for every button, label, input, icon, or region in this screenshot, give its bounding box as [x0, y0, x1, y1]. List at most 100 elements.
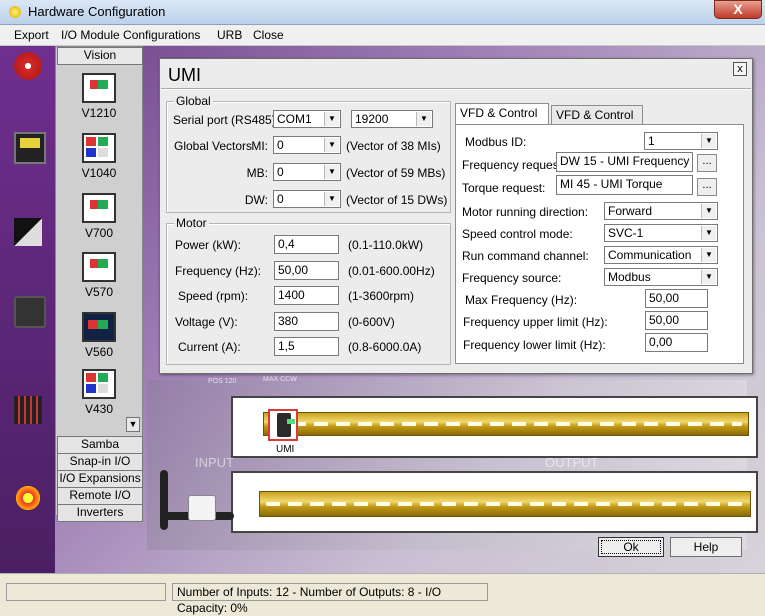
palette-samba-button[interactable]: Samba — [57, 436, 143, 454]
window-title: Hardware Configuration — [28, 4, 166, 19]
device-v570[interactable]: V570 — [56, 252, 142, 299]
speed-mode-select[interactable]: SVC-1 ▼ — [604, 224, 718, 242]
device-label: V430 — [84, 402, 114, 416]
dialog-separator — [161, 88, 751, 90]
menu-urb[interactable]: URB — [217, 28, 242, 42]
torque-request-field[interactable]: MI 45 - UMI Torque — [556, 175, 693, 195]
v570-icon — [82, 252, 116, 282]
serial-port-value: COM1 — [277, 112, 312, 126]
menu-export[interactable]: Export — [14, 28, 49, 42]
palette-header-vision[interactable]: Vision — [57, 47, 143, 65]
chevron-down-icon: ▼ — [416, 112, 431, 126]
chevron-down-icon: ▼ — [324, 192, 339, 206]
panel-icon[interactable] — [14, 218, 42, 246]
background-input-text: INPUT — [195, 455, 234, 470]
baud-rate-select[interactable]: 19200 ▼ — [351, 110, 433, 128]
dialog-close-icon[interactable]: x — [733, 62, 747, 76]
cable — [160, 470, 168, 530]
palette-remote-io-button[interactable]: Remote I/O — [57, 487, 143, 505]
max-frequency-input[interactable]: 50,00 — [645, 289, 708, 308]
palette-inverters-button[interactable]: Inverters — [57, 504, 143, 522]
modbus-id-label: Modbus ID: — [465, 135, 527, 149]
unitronics-logo-icon[interactable] — [14, 52, 42, 80]
dw-label: DW: — [244, 193, 268, 207]
module-icon[interactable] — [14, 296, 46, 328]
device-v560[interactable]: V560 — [56, 312, 142, 359]
direction-select[interactable]: Forward ▼ — [604, 202, 718, 220]
v560-icon — [82, 312, 116, 342]
v1040-icon — [82, 133, 116, 163]
speed-mode-label: Speed control mode: — [462, 227, 573, 241]
device-palette: Vision V1210 V1040 V700 V570 V560 V430 S… — [55, 46, 143, 522]
umi-module[interactable] — [268, 409, 298, 441]
mb-vector-select[interactable]: 0 ▼ — [273, 163, 341, 181]
status-text: Number of Inputs: 12 - Number of Outputs… — [172, 583, 488, 615]
device-label: V570 — [84, 285, 114, 299]
frequency-source-label: Frequency source: — [462, 271, 562, 285]
background-pos-text: POS 120 — [208, 378, 237, 385]
menu-close[interactable]: Close — [253, 28, 284, 42]
umi-module-label: UMI — [276, 444, 295, 455]
frequency-request-browse-button[interactable]: ... — [697, 154, 717, 172]
chevron-down-icon: ▼ — [701, 226, 716, 240]
voltage-input[interactable]: 380 — [274, 312, 339, 331]
serial-port-label: Serial port (RS485): — [173, 113, 280, 127]
mi-vector-select[interactable]: 0 ▼ — [273, 136, 341, 154]
chevron-down-icon: ▼ — [324, 138, 339, 152]
run-channel-select[interactable]: Communication ▼ — [604, 246, 718, 264]
speed-input[interactable]: 1400 — [274, 286, 339, 305]
lower-limit-input[interactable]: 0,00 — [645, 333, 708, 352]
v700-icon — [82, 193, 116, 223]
baud-rate-value: 19200 — [355, 112, 389, 126]
device-v1040[interactable]: V1040 — [56, 133, 142, 180]
mb-vector-value: 0 — [277, 165, 284, 179]
inverter-icon[interactable] — [14, 484, 42, 512]
vision-controller-icon[interactable] — [14, 132, 46, 164]
power-input[interactable]: 0,4 — [274, 235, 339, 254]
torque-request-browse-button[interactable]: ... — [697, 178, 717, 196]
current-input[interactable]: 1,5 — [274, 337, 339, 356]
rail-bar — [259, 491, 751, 517]
mi-label: MI: — [251, 139, 268, 153]
category-strip — [0, 46, 55, 573]
modbus-id-select[interactable]: 1 ▼ — [644, 132, 718, 150]
frequency-request-field[interactable]: DW 15 - UMI Frequency — [556, 152, 693, 172]
tab-vfd-control-1[interactable]: VFD & Control (1) — [455, 103, 549, 139]
io-rack-icon[interactable] — [14, 396, 42, 424]
frequency-source-select[interactable]: Modbus ▼ — [604, 268, 718, 286]
frequency-input[interactable]: 50,00 — [274, 261, 339, 280]
chevron-down-icon: ▼ — [701, 270, 716, 284]
window-close-button[interactable]: X — [714, 0, 762, 19]
speed-range: (1-3600rpm) — [348, 289, 415, 303]
speed-label: Speed (rpm): — [178, 289, 249, 303]
help-button[interactable]: Help — [670, 537, 742, 557]
v1210-icon — [82, 73, 116, 103]
device-label: V700 — [84, 226, 114, 240]
umi-drive-icon — [277, 413, 295, 437]
menu-io-module-configurations[interactable]: I/O Module Configurations — [61, 28, 200, 42]
rail-bar — [263, 412, 749, 436]
voltage-range: (0-600V) — [348, 315, 395, 329]
frequency-range: (0.01-600.00Hz) — [348, 264, 435, 278]
palette-snap-in-io-button[interactable]: Snap-in I/O — [57, 453, 143, 471]
chevron-down-icon: ▼ — [324, 165, 339, 179]
serial-port-select[interactable]: COM1 ▼ — [273, 110, 341, 128]
ok-button[interactable]: Ok — [598, 537, 664, 557]
device-v430[interactable]: V430 — [56, 369, 142, 416]
frequency-request-label: Frequency request: — [462, 158, 566, 172]
device-v700[interactable]: V700 — [56, 193, 142, 240]
power-label: Power (kW): — [175, 238, 241, 252]
device-v1210[interactable]: V1210 — [56, 73, 142, 120]
device-label: V1210 — [81, 106, 117, 120]
din-rail-top[interactable] — [231, 396, 758, 458]
dw-vector-note: (Vector of 15 DWs) — [346, 193, 448, 207]
upper-limit-input[interactable]: 50,00 — [645, 311, 708, 330]
tab-vfd-control-2[interactable]: VFD & Control (2) — [551, 105, 643, 141]
palette-scroll-down-icon[interactable]: ▼ — [126, 417, 140, 432]
palette-io-expansions-button[interactable]: I/O Expansions — [57, 470, 143, 488]
dw-vector-select[interactable]: 0 ▼ — [273, 190, 341, 208]
mi-vector-note: (Vector of 38 MIs) — [346, 139, 441, 153]
din-rail-bottom[interactable] — [231, 471, 758, 533]
app-icon — [9, 6, 21, 18]
dialog-title: UMI — [168, 65, 201, 85]
